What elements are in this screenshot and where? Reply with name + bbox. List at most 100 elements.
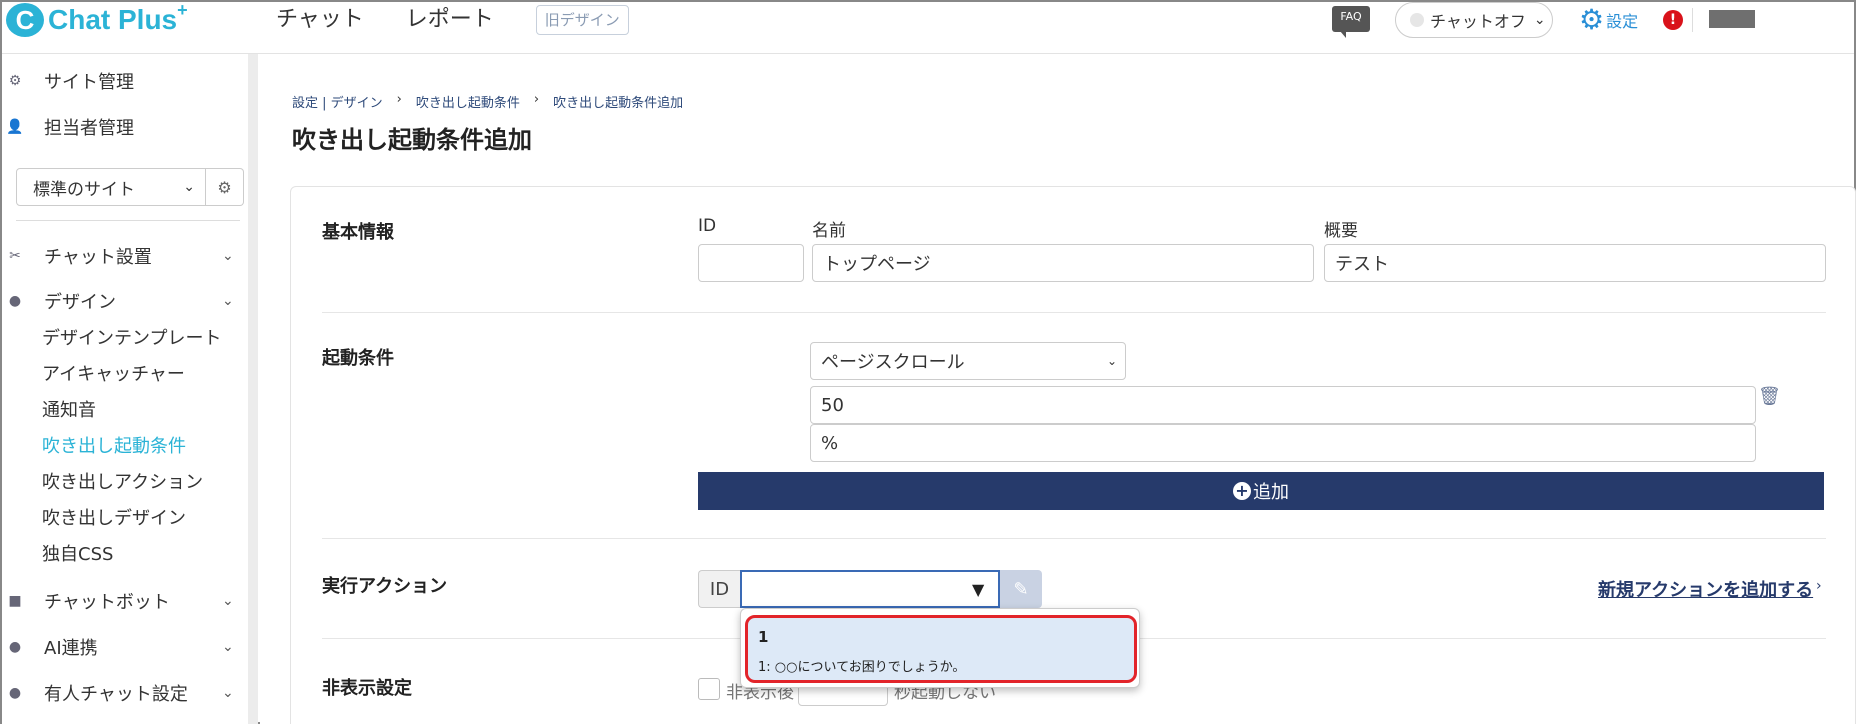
user-menu[interactable] [1709, 10, 1755, 28]
section-divider [322, 538, 1826, 539]
faq-icon[interactable]: FAQ [1332, 6, 1370, 38]
sidebar-sub-design-template[interactable]: デザインテンプレート [42, 324, 221, 350]
sidebar-item-label: 担当者管理 [44, 118, 134, 139]
summary-label: 概要 [1324, 221, 1358, 241]
breadcrumb-separator: › [533, 92, 540, 107]
action-id-prefix: ID [698, 570, 740, 608]
scroll-amount-field[interactable]: 50 [810, 386, 1756, 424]
new-action-link[interactable]: 新規アクションを追加する [1598, 576, 1813, 602]
tools-icon: ✂ [9, 248, 21, 264]
sidebar-item-label: AI連携 [44, 638, 98, 659]
logo-plus: + [177, 0, 188, 20]
logo[interactable]: C Chat Plus + [6, 0, 188, 38]
add-condition-label: 追加 [1253, 482, 1289, 503]
trigger-type-value: ページスクロール [821, 352, 965, 373]
chevron-down-icon: ⌄ [1533, 12, 1546, 28]
plus-circle-icon: + [1233, 482, 1251, 500]
chevron-down-icon: ⌄ [222, 293, 234, 309]
page-title: 吹き出し起動条件追加 [292, 126, 532, 154]
edit-action-button[interactable]: ✎ [1000, 570, 1042, 608]
chevron-down-icon: ⌄ [222, 248, 234, 264]
gear-icon: ⚙ [1579, 3, 1605, 36]
action-select[interactable]: ▼ [740, 570, 1000, 608]
sidebar-item-label: チャット設置 [44, 247, 152, 268]
sidebar-sub-bubble-trigger[interactable]: 吹き出し起動条件 [42, 432, 186, 458]
section-title-trigger: 起動条件 [322, 348, 394, 369]
sidebar-item-ai[interactable]: ● AI連携 ⌄ [6, 634, 234, 660]
sidebar-item-chatbot[interactable]: ■ チャットボット ⌄ [6, 588, 233, 614]
sidebar-sub-custom-css[interactable]: 独自CSS [42, 540, 113, 566]
chevron-right-icon: › [1816, 578, 1822, 594]
sidebar-sub-bubble-action[interactable]: 吹き出しアクション [42, 468, 203, 494]
lightbulb-icon: ● [8, 639, 22, 655]
gear-icon: ⚙ [217, 177, 232, 197]
chevron-down-icon: ⌄ [183, 179, 195, 195]
name-field[interactable]: トップページ [812, 244, 1314, 282]
nav-chat[interactable]: チャット [276, 4, 364, 36]
sidebar-item-label: 有人チャット設定 [44, 684, 188, 705]
option-text: 1: ○○についてお困りでしょうか。 [758, 660, 966, 675]
section-divider [322, 312, 1826, 313]
site-select-value: 標準のサイト [33, 179, 135, 200]
settings-link[interactable]: ⚙ 設定 [1579, 6, 1638, 34]
breadcrumb-item[interactable]: 吹き出し起動条件 [416, 92, 520, 111]
sidebar-divider [16, 220, 240, 221]
chat-bubble-icon: ■ [8, 593, 22, 609]
site-settings-button[interactable]: ⚙ [206, 168, 244, 206]
sidebar-sub-bubble-design[interactable]: 吹き出しデザイン [42, 504, 186, 530]
chevron-down-icon: ⌄ [1106, 354, 1117, 368]
sidebar-item-label: サイト管理 [44, 72, 134, 93]
breadcrumb-item[interactable]: 設定 | デザイン [292, 92, 383, 111]
breadcrumb: 設定 | デザイン › 吹き出し起動条件 › 吹き出し起動条件追加 [292, 92, 683, 111]
logo-mark-icon: C [6, 3, 44, 37]
option-id: 1 [758, 628, 769, 646]
chevron-down-icon: ⌄ [222, 685, 234, 701]
breadcrumb-item: 吹き出し起動条件追加 [553, 96, 684, 111]
sidebar-sub-eyecatcher[interactable]: アイキャッチャー [42, 360, 185, 386]
unit-field[interactable]: % [810, 424, 1756, 462]
sidebar-item-design[interactable]: ● デザイン ⌄ [6, 288, 234, 314]
sidebar-scrollbar[interactable] [248, 54, 258, 724]
nav-report[interactable]: レポート [406, 4, 494, 36]
hide-checkbox[interactable] [698, 678, 720, 700]
add-condition-button[interactable]: + 追加 [698, 472, 1824, 510]
name-label: 名前 [812, 221, 846, 241]
chevron-down-icon: ⌄ [222, 639, 234, 655]
palette-icon: ● [8, 293, 22, 309]
action-dropdown: 1 1: ○○についてお困りでしょうか。 [740, 608, 1140, 688]
breadcrumb-separator: › [396, 92, 402, 107]
top-nav: チャット レポート 旧デザイン [276, 4, 629, 36]
headset-icon: ● [8, 685, 22, 701]
sidebar-item-label: チャットボット [44, 592, 170, 613]
section-title-hide: 非表示設定 [322, 678, 412, 699]
caret-down-icon: ▼ [972, 580, 985, 599]
id-label: ID [698, 216, 717, 236]
dropdown-option[interactable]: 1 1: ○○についてお困りでしょうか。 [745, 615, 1137, 683]
pencil-icon: ✎ [1013, 578, 1029, 600]
chevron-down-icon: ⌄ [222, 593, 234, 609]
alert-icon[interactable]: ! [1663, 10, 1683, 30]
sidebar-item-staff-manage[interactable]: 👤 担当者管理 [6, 114, 134, 140]
summary-field[interactable]: テスト [1324, 244, 1826, 282]
logo-text: Chat Plus [48, 4, 178, 35]
site-select[interactable]: 標準のサイト ⌄ [16, 168, 206, 206]
sidebar: ⚙ サイト管理 👤 担当者管理 [2, 54, 248, 724]
old-design-button[interactable]: 旧デザイン [535, 5, 629, 35]
settings-label: 設定 [1606, 12, 1639, 31]
chat-status-label: チャットオフ [1430, 12, 1526, 31]
trash-icon[interactable]: 🗑 [1758, 386, 1781, 407]
sidebar-item-label: デザイン [44, 292, 116, 313]
sidebar-item-site-manage[interactable]: ⚙ サイト管理 [6, 68, 134, 94]
top-header: C Chat Plus + チャット レポート 旧デザイン FAQ チャットオフ… [2, 0, 1854, 54]
header-divider [1692, 8, 1693, 32]
id-field[interactable] [698, 244, 804, 282]
trigger-type-select[interactable]: ページスクロール ⌄ [810, 342, 1126, 380]
sidebar-item-live-chat[interactable]: ● 有人チャット設定 ⌄ [6, 680, 234, 706]
section-title-action: 実行アクション [322, 576, 448, 597]
sidebar-item-chat-install[interactable]: ✂ チャット設置 ⌄ [6, 243, 234, 269]
section-title-basic: 基本情報 [322, 222, 394, 243]
user-gear-icon: 👤 [6, 119, 24, 135]
chat-status-toggle[interactable]: チャットオフ ⌄ [1395, 2, 1553, 38]
status-dot-icon [1410, 13, 1424, 27]
sidebar-sub-notification-sound[interactable]: 通知音 [42, 396, 96, 422]
